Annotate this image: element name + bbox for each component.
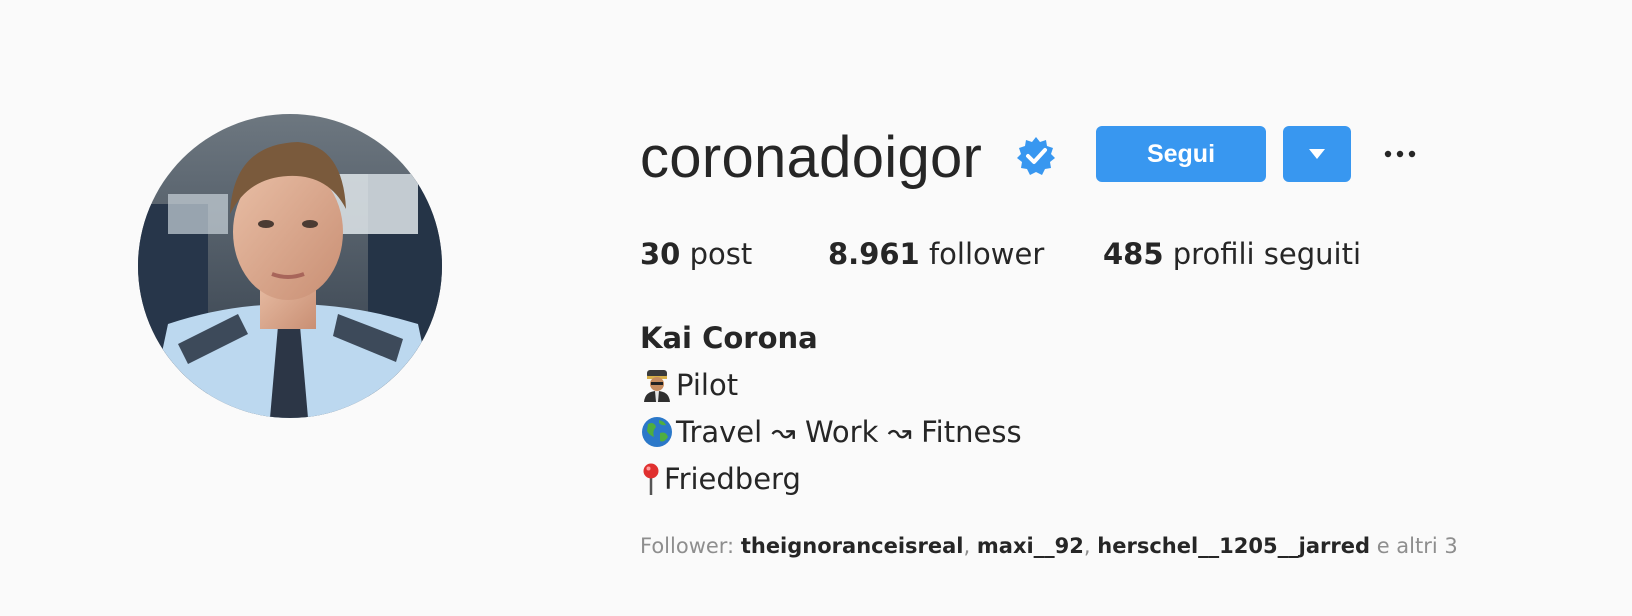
profile-username: coronadoigor [640,125,983,190]
bio-line-location-text: Friedberg [664,462,801,496]
profile-avatar[interactable] [138,114,442,418]
follower-name-3[interactable]: herschel__1205__jarred [1097,534,1370,558]
bio-line-location: Friedberg [640,457,801,501]
posts-count: 30 post [640,234,752,274]
avatar-photo [138,114,442,418]
followers-count-label: follower [928,237,1045,271]
verified-badge-icon [1017,137,1055,175]
round-pushpin-icon [643,463,659,495]
posts-count-value: 30 [640,237,681,271]
ellipsis-icon [1384,150,1416,158]
followed-by-suffix: e altri 3 [1376,534,1458,558]
pilot-emoji-icon [644,370,670,402]
followers-count-value: 8.961 [828,237,920,271]
suggested-accounts-dropdown-button[interactable] [1283,126,1351,182]
bio-line-pilot: Pilot [640,363,738,407]
follower-separator-2: , [1083,534,1091,558]
follower-name-1[interactable]: theignoranceisreal [741,534,964,558]
following-count-label: profili seguiti [1172,237,1362,271]
posts-count-label: post [689,237,753,271]
following-count-value: 485 [1103,237,1164,271]
bio-line-travel-text: Travel ↝ Work ↝ Fitness [676,415,1022,449]
bio-line-travel: Travel ↝ Work ↝ Fitness [640,410,1022,454]
followed-by-line[interactable]: Follower: theignoranceisreal, maxi__92, … [640,531,1458,561]
followers-link[interactable]: 8.961 follower [828,234,1044,274]
follower-separator-1: , [963,534,971,558]
globe-emoji-icon [642,417,672,447]
follower-name-2[interactable]: maxi__92 [977,534,1084,558]
followed-by-prefix: Follower: [640,534,735,558]
more-options-button[interactable] [1380,136,1420,172]
follow-button[interactable]: Segui [1096,126,1266,182]
following-link[interactable]: 485 profili seguiti [1103,234,1361,274]
full-name: Kai Corona [640,321,818,355]
caret-down-icon [1309,149,1325,159]
bio-line-pilot-text: Pilot [676,368,739,402]
